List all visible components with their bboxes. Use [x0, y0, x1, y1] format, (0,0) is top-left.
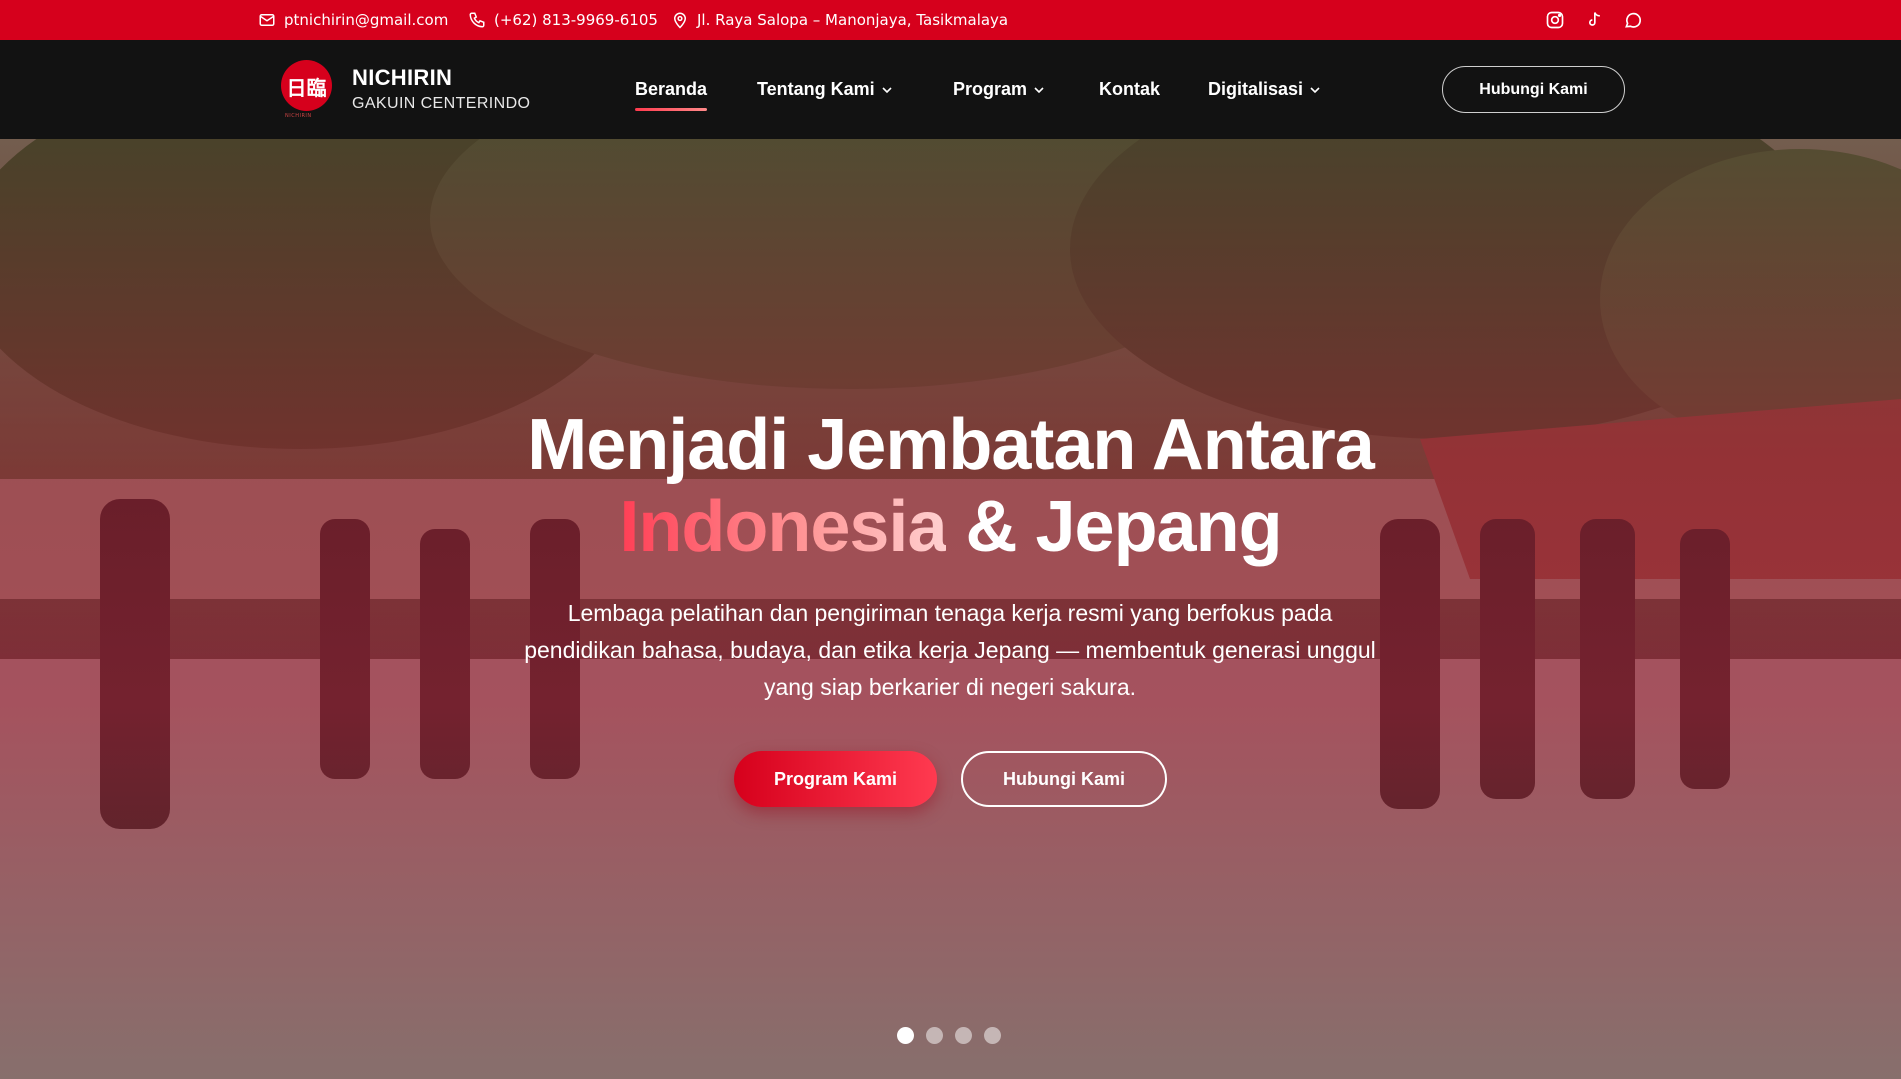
logo-sub-text: NICHIRIN	[285, 113, 312, 119]
phone-icon	[469, 12, 485, 28]
logo-kanji: 日臨	[286, 75, 327, 100]
hero-slider: Menjadi Jembatan Antara Indonesia & Jepa…	[0, 139, 1901, 1079]
nav-label: Digitalisasi	[1208, 79, 1304, 99]
main-navbar: 日臨 NICHIRIN NICHIRIN GAKUIN CENTERINDO B…	[0, 40, 1901, 139]
contact-phone[interactable]: (+62) 813-9969-6105	[468, 0, 658, 40]
nav-item-program[interactable]: Program	[953, 40, 1045, 139]
chevron-down-icon	[1310, 86, 1320, 93]
program-kami-button[interactable]: Program Kami	[734, 751, 937, 807]
nav-label: Program	[953, 79, 1028, 99]
brand-logo[interactable]: 日臨	[281, 60, 332, 111]
nav-label: Beranda	[635, 79, 708, 99]
slider-dot-2[interactable]	[926, 1027, 943, 1044]
chevron-down-icon	[1034, 86, 1044, 93]
mail-icon	[259, 14, 275, 26]
slider-dot-3[interactable]	[955, 1027, 972, 1044]
map-pin-icon	[673, 12, 687, 29]
chevron-down-icon	[882, 86, 892, 93]
hero-title-rest: & Jepang	[946, 487, 1282, 567]
tiktok-icon[interactable]	[1583, 9, 1605, 31]
contact-email-text: ptnichirin@gmail.com	[284, 11, 449, 29]
brand-title[interactable]: NICHIRIN	[352, 65, 452, 91]
slider-dot-1[interactable]	[897, 1027, 914, 1044]
slider-dot-4[interactable]	[984, 1027, 1001, 1044]
nav-item-beranda[interactable]: Beranda	[635, 40, 708, 139]
slider-pagination	[897, 1027, 1001, 1044]
nav-label: Kontak	[1099, 79, 1161, 99]
contact-phone-text: (+62) 813-9969-6105	[494, 11, 658, 29]
contact-us-nav-button[interactable]: Hubungi Kami	[1442, 66, 1625, 113]
brand-subtitle: GAKUIN CENTERINDO	[352, 95, 531, 112]
hero-title-line1: Menjadi Jembatan Antara	[527, 405, 1375, 485]
whatsapp-icon[interactable]	[1622, 9, 1644, 31]
hubungi-kami-hero-button[interactable]: Hubungi Kami	[961, 751, 1167, 807]
nav-item-tentang-kami[interactable]: Tentang Kami	[757, 40, 893, 139]
nav-item-digitalisasi[interactable]: Digitalisasi	[1208, 40, 1321, 139]
contact-email[interactable]: ptnichirin@gmail.com	[258, 0, 448, 40]
instagram-icon[interactable]	[1544, 9, 1566, 31]
hero-title-line2: Indonesia & Jepang	[0, 486, 1901, 568]
social-links	[1544, 0, 1644, 40]
hero-description: Lembaga pelatihan dan pengiriman tenaga …	[524, 600, 1376, 700]
contact-address[interactable]: Jl. Raya Salopa – Manonjaya, Tasikmalaya	[671, 0, 1008, 40]
nav-label: Tentang Kami	[757, 79, 875, 99]
hero-title-highlight: Indonesia	[619, 487, 947, 567]
contact-address-text: Jl. Raya Salopa – Manonjaya, Tasikmalaya	[697, 11, 1009, 29]
top-contact-bar: ptnichirin@gmail.com (+62) 813-9969-6105…	[0, 0, 1901, 40]
nav-item-kontak[interactable]: Kontak	[1099, 40, 1160, 139]
